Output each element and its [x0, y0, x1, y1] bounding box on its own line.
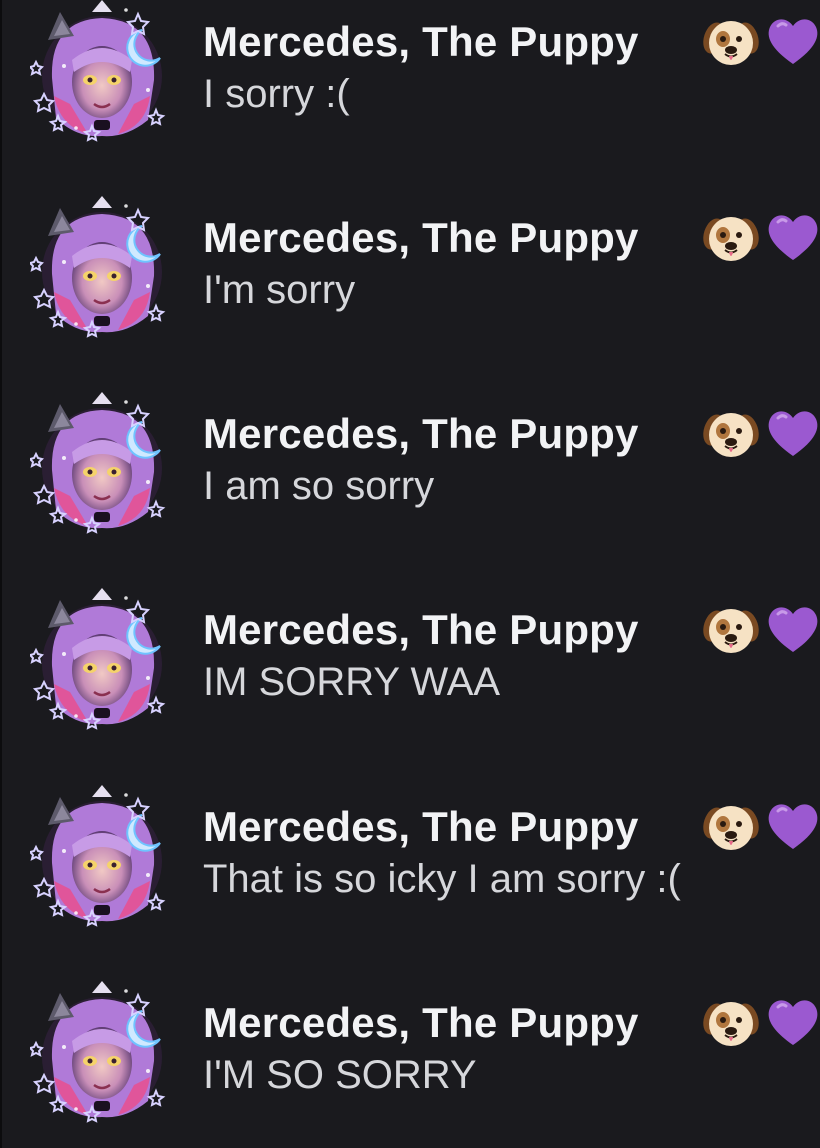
purple-heart-icon — [764, 600, 820, 658]
username[interactable]: Mercedes, The Puppy — [203, 18, 639, 66]
username[interactable]: Mercedes, The Puppy — [203, 999, 639, 1047]
window-edge — [0, 0, 2, 1148]
avatar[interactable] — [30, 0, 180, 145]
dog-face-icon — [702, 600, 760, 658]
purple-heart-icon — [764, 404, 820, 462]
username[interactable]: Mercedes, The Puppy — [203, 803, 639, 851]
message-text: I am so sorry — [203, 464, 435, 508]
avatar[interactable] — [30, 196, 180, 341]
message-item: Mercedes, The Puppy IM SORRY WAA — [0, 588, 820, 738]
message-text: I sorry :( — [203, 72, 350, 116]
username[interactable]: Mercedes, The Puppy — [203, 214, 639, 262]
dog-face-icon — [702, 404, 760, 462]
avatar[interactable] — [30, 785, 180, 930]
message-item: Mercedes, The Puppy I'M SO SORRY — [0, 981, 820, 1131]
dog-face-icon — [702, 993, 760, 1051]
avatar[interactable] — [30, 392, 180, 537]
purple-heart-icon — [764, 797, 820, 855]
message-text: I'M SO SORRY — [203, 1053, 477, 1097]
dog-face-icon — [702, 208, 760, 266]
username[interactable]: Mercedes, The Puppy — [203, 410, 639, 458]
message-text: I'm sorry — [203, 268, 356, 312]
message-text: IM SORRY WAA — [203, 660, 501, 704]
username[interactable]: Mercedes, The Puppy — [203, 606, 639, 654]
purple-heart-icon — [764, 993, 820, 1051]
dog-face-icon — [702, 797, 760, 855]
message-item: Mercedes, The Puppy That is so icky I am… — [0, 785, 820, 935]
avatar[interactable] — [30, 588, 180, 733]
message-item: Mercedes, The Puppy I am so sorry — [0, 392, 820, 542]
dog-face-icon — [702, 12, 760, 70]
message-item: Mercedes, The Puppy I sorry :( — [0, 0, 820, 150]
message-item: Mercedes, The Puppy I'm sorry — [0, 196, 820, 346]
purple-heart-icon — [764, 12, 820, 70]
avatar[interactable] — [30, 981, 180, 1126]
message-text: That is so icky I am sorry :( — [203, 857, 681, 901]
purple-heart-icon — [764, 208, 820, 266]
